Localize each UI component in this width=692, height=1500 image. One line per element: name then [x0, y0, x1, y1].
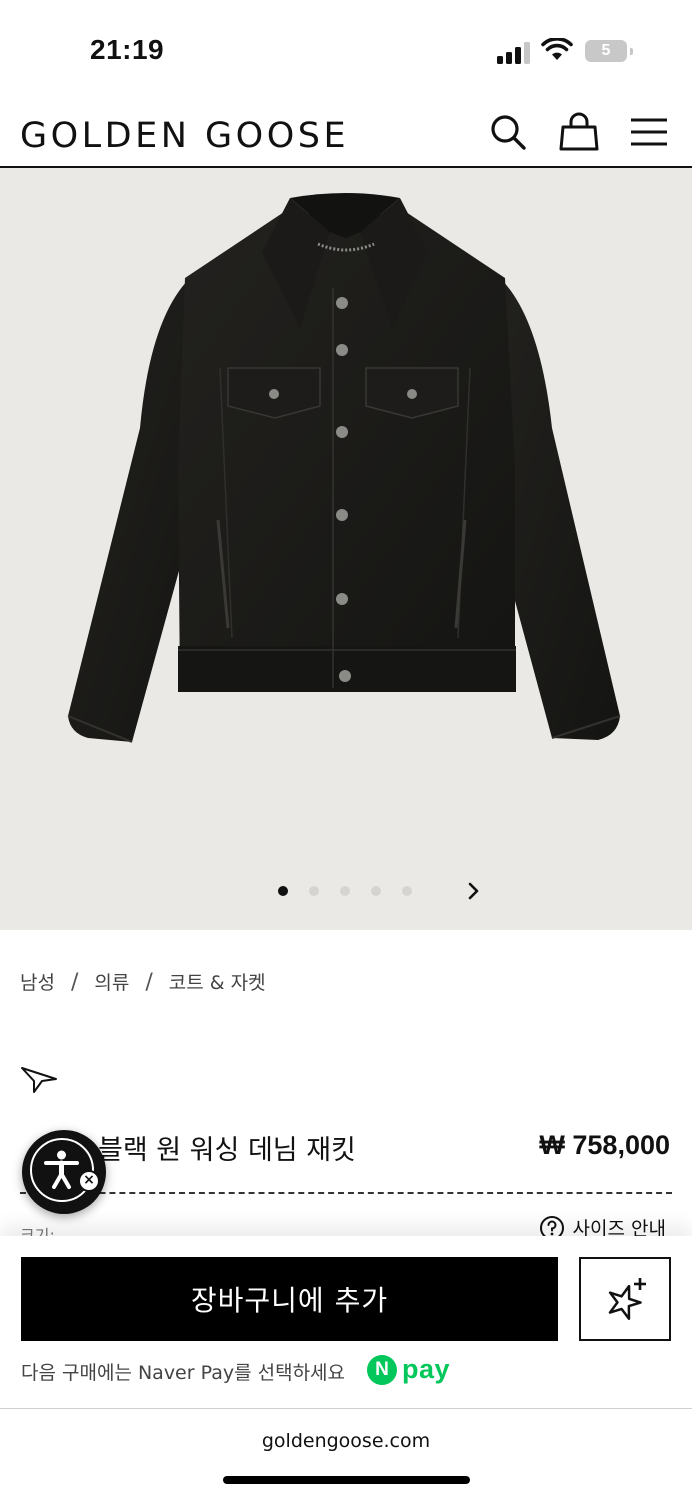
breadcrumb-item-coats-jackets[interactable]: 코트 & 자켓: [169, 972, 266, 994]
brand-logo[interactable]: GOLDEN GOOSE: [20, 116, 349, 156]
status-bar: 21:19 5: [0, 0, 692, 100]
site-header: GOLDEN GOOSE: [0, 100, 692, 168]
breadcrumb-item-clothing[interactable]: 의류: [94, 972, 129, 994]
npay-n-icon: N: [367, 1354, 397, 1385]
browser-divider: [0, 1408, 692, 1409]
browser-url[interactable]: goldengoose.com: [0, 1430, 692, 1452]
naver-pay-logo[interactable]: N pay: [367, 1354, 450, 1385]
gallery-dot[interactable]: [309, 886, 319, 896]
gallery-dot[interactable]: [371, 886, 381, 896]
product-image-gallery[interactable]: [0, 168, 692, 930]
product-price: ₩ 758,000: [539, 1130, 670, 1160]
accessibility-button[interactable]: ×: [22, 1130, 106, 1214]
chevron-right-icon[interactable]: [463, 881, 483, 901]
purchase-bar: 장바구니에 추가 다음 구매에는 Naver Pay를 선택하세요 N pay …: [0, 1236, 692, 1500]
cellular-signal-icon: [497, 42, 531, 64]
wifi-icon: [541, 37, 573, 66]
product-image-jacket: [67, 193, 621, 743]
breadcrumb-separator: /: [70, 970, 79, 995]
gallery-dot[interactable]: [402, 886, 412, 896]
gallery-dot[interactable]: [340, 886, 350, 896]
add-to-cart-button[interactable]: 장바구니에 추가: [21, 1257, 558, 1341]
product-title-text: 블랙 원 워싱 데님 재킷: [98, 1135, 356, 1166]
menu-icon[interactable]: [629, 112, 669, 152]
breadcrumb-separator: /: [145, 970, 153, 995]
close-icon[interactable]: ×: [78, 1170, 100, 1192]
dashed-divider: [20, 1192, 672, 1194]
breadcrumb-item-men[interactable]: 남성: [20, 972, 55, 994]
breadcrumb: 남성 / 의류 / 코트 & 자켓: [20, 968, 266, 995]
bag-icon[interactable]: [559, 112, 599, 152]
battery-level: 5: [601, 42, 611, 59]
battery-icon: 5: [585, 40, 627, 62]
search-icon[interactable]: [488, 112, 528, 152]
wishlist-star-icon[interactable]: [20, 1064, 58, 1098]
star-plus-icon: [608, 1278, 646, 1320]
status-time: 21:19: [90, 34, 165, 65]
add-to-wishlist-button[interactable]: [579, 1257, 671, 1341]
battery-nub: [630, 48, 633, 55]
npay-wordmark: pay: [402, 1354, 451, 1384]
gallery-dot[interactable]: [278, 886, 288, 896]
naver-pay-promo-text: 다음 구매에는 Naver Pay를 선택하세요: [21, 1362, 346, 1384]
home-indicator[interactable]: [223, 1476, 470, 1484]
